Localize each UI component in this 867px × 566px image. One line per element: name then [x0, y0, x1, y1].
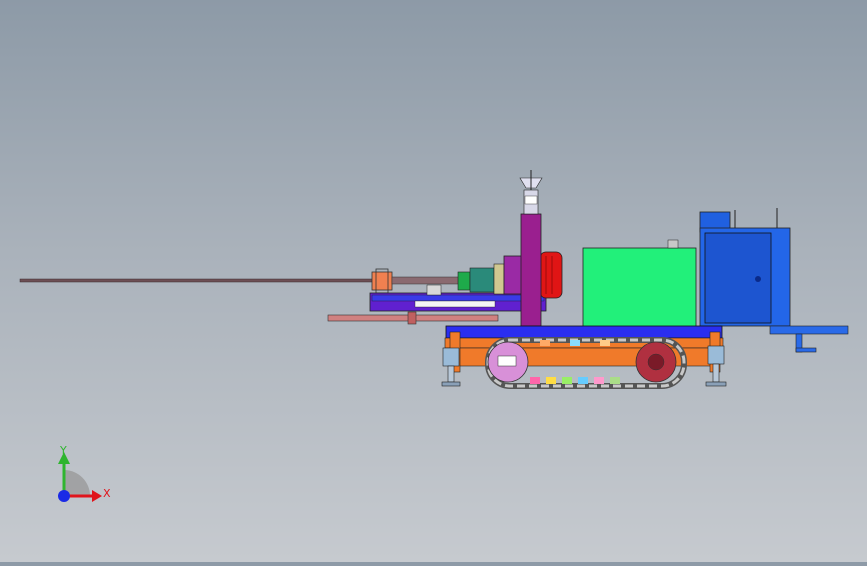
model-canvas[interactable] [0, 0, 867, 562]
tow-bar[interactable] [769, 325, 849, 353]
main-deck[interactable] [445, 325, 723, 339]
hydraulic-cylinder[interactable] [327, 311, 499, 325]
gearbox[interactable] [457, 263, 505, 295]
coordinate-triad [58, 452, 102, 502]
electrical-cabinet[interactable] [699, 208, 791, 327]
cad-viewport[interactable]: Y X [0, 0, 867, 562]
x-axis-label: X [103, 487, 111, 500]
z-axis-dot [58, 490, 70, 502]
drill-rod[interactable] [19, 278, 381, 283]
y-axis-label: Y [60, 444, 67, 457]
rotary-head[interactable] [371, 268, 463, 294]
hydraulic-tank[interactable] [582, 239, 697, 329]
vertical-mast[interactable] [519, 170, 543, 327]
